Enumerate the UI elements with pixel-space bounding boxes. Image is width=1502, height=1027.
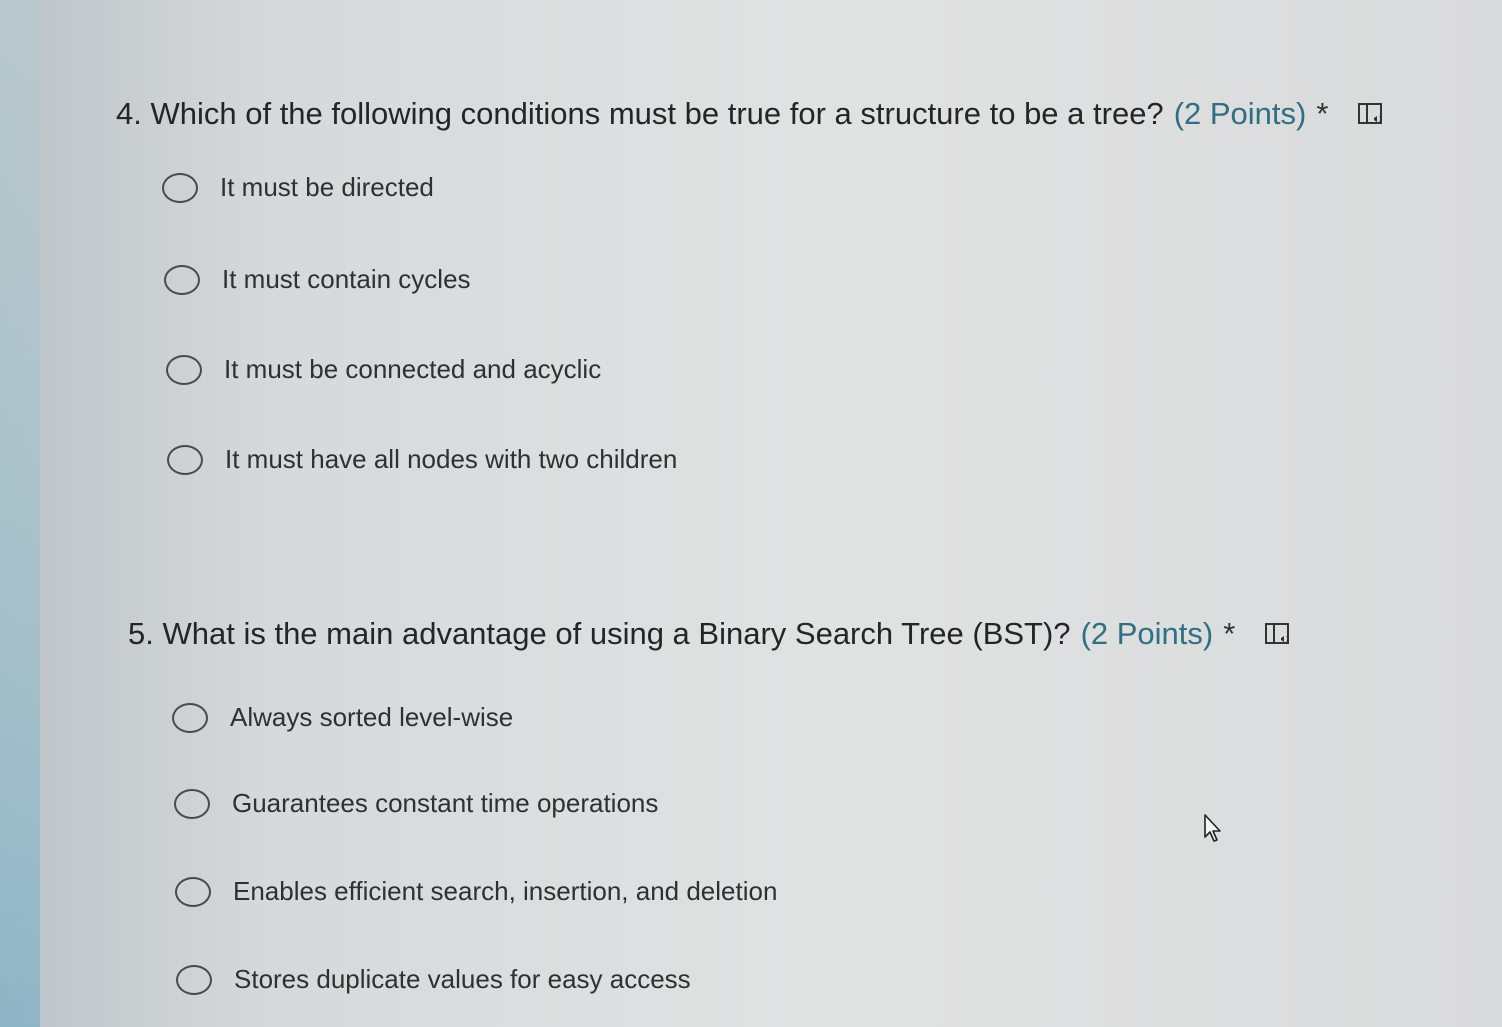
option-label: Stores duplicate values for easy access — [234, 964, 691, 994]
question-5-title: 5. What is the main advantage of using a… — [128, 616, 1293, 652]
option-label: It must contain cycles — [222, 264, 471, 294]
immersive-reader-icon[interactable] — [1356, 99, 1386, 129]
option-label: It must have all nodes with two children — [225, 444, 678, 474]
question-number: 4. — [116, 96, 142, 131]
option-label: It must be connected and acyclic — [224, 354, 602, 384]
question-text: Which of the following conditions must b… — [150, 96, 1164, 131]
option-q5-2[interactable]: Guarantees constant time operations — [174, 788, 658, 819]
question-points: (2 Points) — [1173, 96, 1307, 131]
option-label: Enables efficient search, insertion, and… — [233, 876, 778, 906]
radio-button[interactable] — [167, 444, 203, 475]
option-q5-1[interactable]: Always sorted level-wise — [172, 702, 513, 733]
option-label: It must be directed — [220, 172, 434, 202]
mouse-pointer-icon — [1203, 813, 1225, 843]
option-q4-3[interactable]: It must be connected and acyclic — [166, 354, 601, 385]
radio-button[interactable] — [166, 354, 202, 385]
radio-button[interactable] — [164, 264, 200, 295]
option-q4-1[interactable]: It must be directed — [162, 172, 434, 203]
option-label: Guarantees constant time operations — [232, 788, 659, 818]
radio-button[interactable] — [176, 964, 212, 995]
question-text: What is the main advantage of using a Bi… — [162, 616, 1071, 651]
option-q5-3[interactable]: Enables efficient search, insertion, and… — [175, 876, 777, 907]
immersive-reader-icon[interactable] — [1263, 619, 1293, 649]
option-q5-4[interactable]: Stores duplicate values for easy access — [176, 964, 691, 995]
background-left-strip — [0, 0, 40, 1027]
required-marker: * — [1223, 616, 1236, 651]
option-label: Always sorted level-wise — [230, 702, 514, 732]
radio-button[interactable] — [162, 172, 198, 203]
question-4-title: 4. Which of the following conditions mus… — [116, 96, 1386, 132]
radio-button[interactable] — [175, 876, 211, 907]
required-marker: * — [1316, 96, 1329, 131]
option-q4-4[interactable]: It must have all nodes with two children — [167, 444, 677, 475]
question-number: 5. — [128, 616, 154, 651]
option-q4-2[interactable]: It must contain cycles — [164, 264, 471, 295]
question-points: (2 Points) — [1080, 616, 1214, 651]
radio-button[interactable] — [172, 702, 208, 733]
radio-button[interactable] — [174, 788, 210, 819]
